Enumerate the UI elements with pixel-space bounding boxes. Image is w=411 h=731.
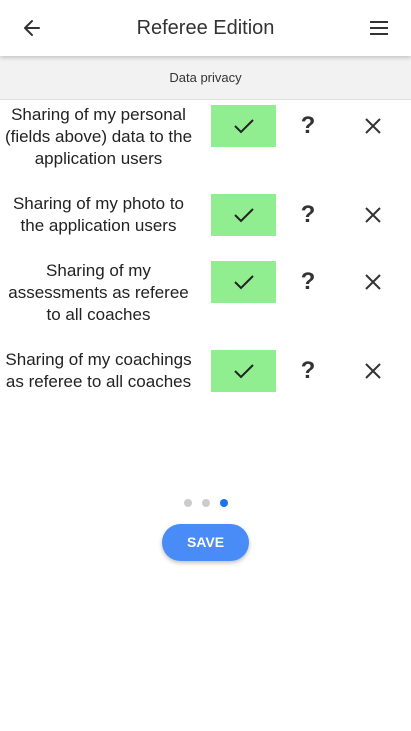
check-icon bbox=[233, 119, 254, 134]
privacy-row-label: Sharing of my assessments as referee to … bbox=[8, 261, 189, 324]
accept-button[interactable] bbox=[211, 105, 276, 147]
help-button[interactable]: ? bbox=[288, 194, 328, 236]
privacy-row-label: Sharing of my photo to the application u… bbox=[12, 194, 185, 235]
page-title: Referee Edition bbox=[136, 17, 275, 39]
privacy-row: Sharing of my coachings as referee to al… bbox=[0, 349, 411, 415]
page-indicator bbox=[0, 497, 411, 509]
privacy-row: Sharing of my photo to the application u… bbox=[0, 193, 411, 237]
decline-button[interactable] bbox=[353, 194, 393, 236]
accept-button[interactable] bbox=[211, 350, 276, 392]
menu-button[interactable] bbox=[359, 8, 399, 48]
back-button[interactable] bbox=[12, 8, 52, 48]
accept-button[interactable] bbox=[211, 261, 276, 303]
privacy-row-label: Sharing of my coachings as referee to al… bbox=[5, 350, 192, 391]
hamburger-menu-icon bbox=[370, 21, 388, 35]
arrow-left-icon bbox=[24, 20, 40, 36]
close-icon bbox=[365, 363, 381, 379]
decline-button[interactable] bbox=[353, 350, 393, 392]
app-header: Referee Edition bbox=[0, 0, 411, 56]
check-icon bbox=[233, 364, 254, 379]
accept-button[interactable] bbox=[211, 194, 276, 236]
decline-button[interactable] bbox=[353, 105, 393, 147]
section-title: Data privacy bbox=[0, 56, 411, 100]
help-button[interactable]: ? bbox=[288, 350, 328, 392]
close-icon bbox=[365, 207, 381, 223]
page-dot-1[interactable] bbox=[183, 499, 192, 507]
check-icon bbox=[233, 275, 254, 290]
save-button[interactable]: SAVE bbox=[162, 524, 249, 561]
privacy-row: Sharing of my personal (fields above) da… bbox=[0, 104, 411, 170]
close-icon bbox=[365, 274, 381, 290]
help-button[interactable]: ? bbox=[288, 105, 328, 147]
page-dot-2[interactable] bbox=[201, 499, 210, 507]
page-dot-3[interactable] bbox=[219, 499, 228, 507]
privacy-row: Sharing of my assessments as referee to … bbox=[0, 260, 411, 326]
check-icon bbox=[233, 208, 254, 223]
decline-button[interactable] bbox=[353, 261, 393, 303]
privacy-row-label: Sharing of my personal (fields above) da… bbox=[4, 105, 193, 168]
help-button[interactable]: ? bbox=[288, 261, 328, 303]
close-icon bbox=[365, 118, 381, 134]
